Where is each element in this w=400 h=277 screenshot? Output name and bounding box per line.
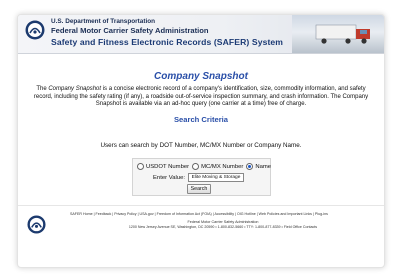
- browser-page: U.S. Department of Transportation Federa…: [17, 14, 385, 268]
- agency-name: Federal Motor Carrier Safety Administrat…: [51, 26, 209, 35]
- radio-button[interactable]: [137, 163, 144, 170]
- radio-label: USDOT Number: [146, 163, 190, 170]
- footer-agency: Federal Motor Carrier Safety Administrat…: [187, 220, 259, 224]
- intro-before: The: [36, 86, 49, 92]
- truck-icon: [315, 24, 370, 44]
- radio-label: Name: [255, 163, 272, 170]
- radio-name[interactable]: Name: [246, 163, 271, 170]
- intro-emphasis: Company Snapshot: [48, 86, 102, 92]
- header-banner: U.S. Department of Transportation Federa…: [18, 15, 384, 54]
- search-criteria-heading: Search Criteria: [173, 115, 229, 124]
- dot-seal-icon: [25, 20, 45, 40]
- radio-button[interactable]: [246, 163, 254, 170]
- truck-photo: [292, 15, 384, 53]
- department-name: U.S. Department of Transportation: [51, 18, 156, 25]
- search-value-input[interactable]: Elite Moving & Storage: [187, 173, 244, 182]
- radio-button[interactable]: [192, 163, 200, 170]
- search-button[interactable]: Search: [187, 184, 211, 194]
- page-title: Company Snapshot: [154, 71, 248, 82]
- radio-mcmx[interactable]: MC/MX Number: [192, 163, 243, 170]
- search-type-options: USDOT Number MC/MX Number Name: [137, 162, 271, 171]
- footer-address: 1200 New Jersey Avenue SE, Washington, D…: [128, 225, 318, 229]
- search-form: USDOT Number MC/MX Number Name Enter Val…: [132, 158, 271, 196]
- dot-seal-icon: [27, 215, 46, 234]
- radio-label: MC/MX Number: [201, 163, 244, 170]
- system-title: Safety and Fitness Electronic Records (S…: [51, 37, 284, 47]
- search-instructions: Users can search by DOT Number, MC/MX Nu…: [100, 142, 302, 149]
- value-label: Enter Value:: [153, 174, 185, 181]
- radio-usdot[interactable]: USDOT Number: [137, 163, 189, 170]
- footer-links[interactable]: SAFER Home | Feedback | Privacy Policy |…: [70, 212, 376, 216]
- value-row: Enter Value: Elite Moving & Storage: [153, 173, 244, 182]
- footer: SAFER Home | Feedback | Privacy Policy |…: [18, 205, 384, 240]
- intro-paragraph: The Company Snapshot is a concise electr…: [30, 86, 372, 109]
